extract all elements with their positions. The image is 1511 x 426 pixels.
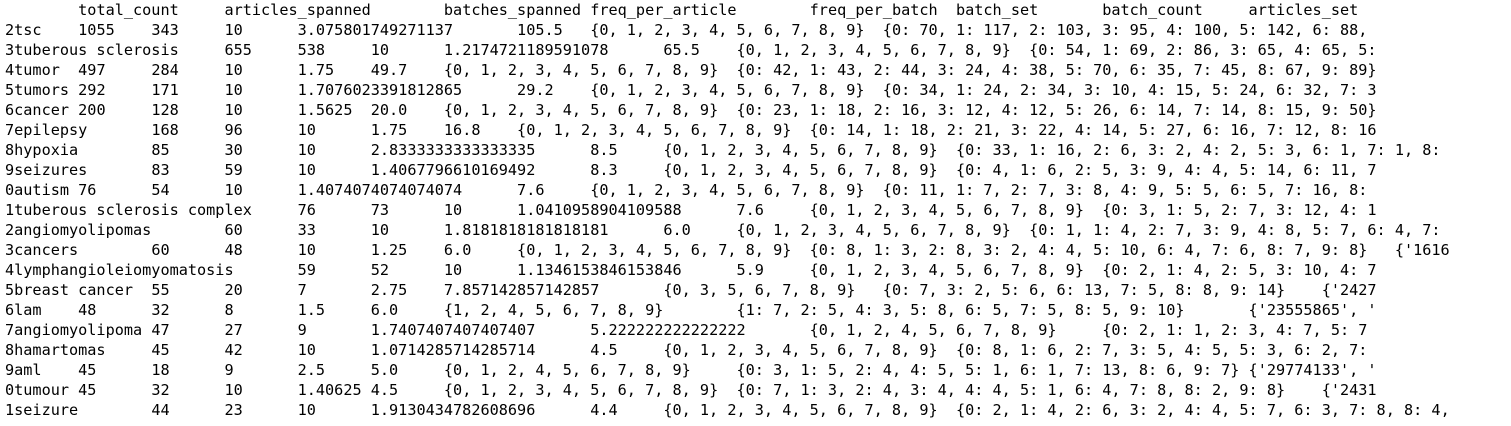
text-line: 4lymphangioleiomyomatosis 59 52 10 1.134… [5,261,1377,279]
text-line: 6cancer 200 128 10 1.5625 20.0 {0, 1, 2,… [5,101,1377,119]
text-line: 4tumor 497 284 10 1.75 49.7 {0, 1, 2, 3,… [5,61,1377,79]
text-line: 5tumors 292 171 10 1.7076023391812865 29… [5,81,1377,99]
header-line: total_count articles_spanned batches_spa… [5,1,1359,19]
text-line: 3tuberous sclerosis 655 538 10 1.2174721… [5,41,1377,59]
text-line: 6lam 48 32 8 1.5 6.0 {1, 2, 4, 5, 6, 7, … [5,301,1377,319]
text-line: 8hamartomas 45 42 10 1.0714285714285714 … [5,341,1368,359]
text-line: 7epilepsy 168 96 10 1.75 16.8 {0, 1, 2, … [5,121,1377,139]
text-line: 2tsc 1055 343 10 3.075801749271137 105.5… [5,21,1368,39]
text-line: 3cancers 60 48 10 1.25 6.0 {0, 1, 2, 3, … [5,241,1450,259]
text-editor[interactable]: total_count articles_spanned batches_spa… [0,0,1511,426]
text-line: 2angiomyolipomas 60 33 10 1.818181818181… [5,221,1441,239]
text-line: 8hypoxia 85 30 10 2.8333333333333335 8.5… [5,141,1441,159]
text-content-area[interactable]: total_count articles_spanned batches_spa… [5,0,1511,426]
text-line: 9aml 45 18 9 2.5 5.0 {0, 1, 2, 4, 5, 6, … [5,361,1377,379]
text-line: 1seizure 44 23 10 1.9130434782608696 4.4… [5,401,1450,419]
text-line: 9seizures 83 59 10 1.4067796610169492 8.… [5,161,1377,179]
text-line: 0autism 76 54 10 1.4074074074074074 7.6 … [5,181,1368,199]
text-line: 0tumour 45 32 10 1.40625 4.5 {0, 1, 2, 3… [5,381,1377,399]
text-line: 1tuberous sclerosis complex 76 73 10 1.0… [5,201,1377,219]
text-line: 7angiomyolipoma 47 27 9 1.74074074074074… [5,321,1368,339]
text-line: 5breast cancer 55 20 7 2.75 7.8571428571… [5,281,1377,299]
